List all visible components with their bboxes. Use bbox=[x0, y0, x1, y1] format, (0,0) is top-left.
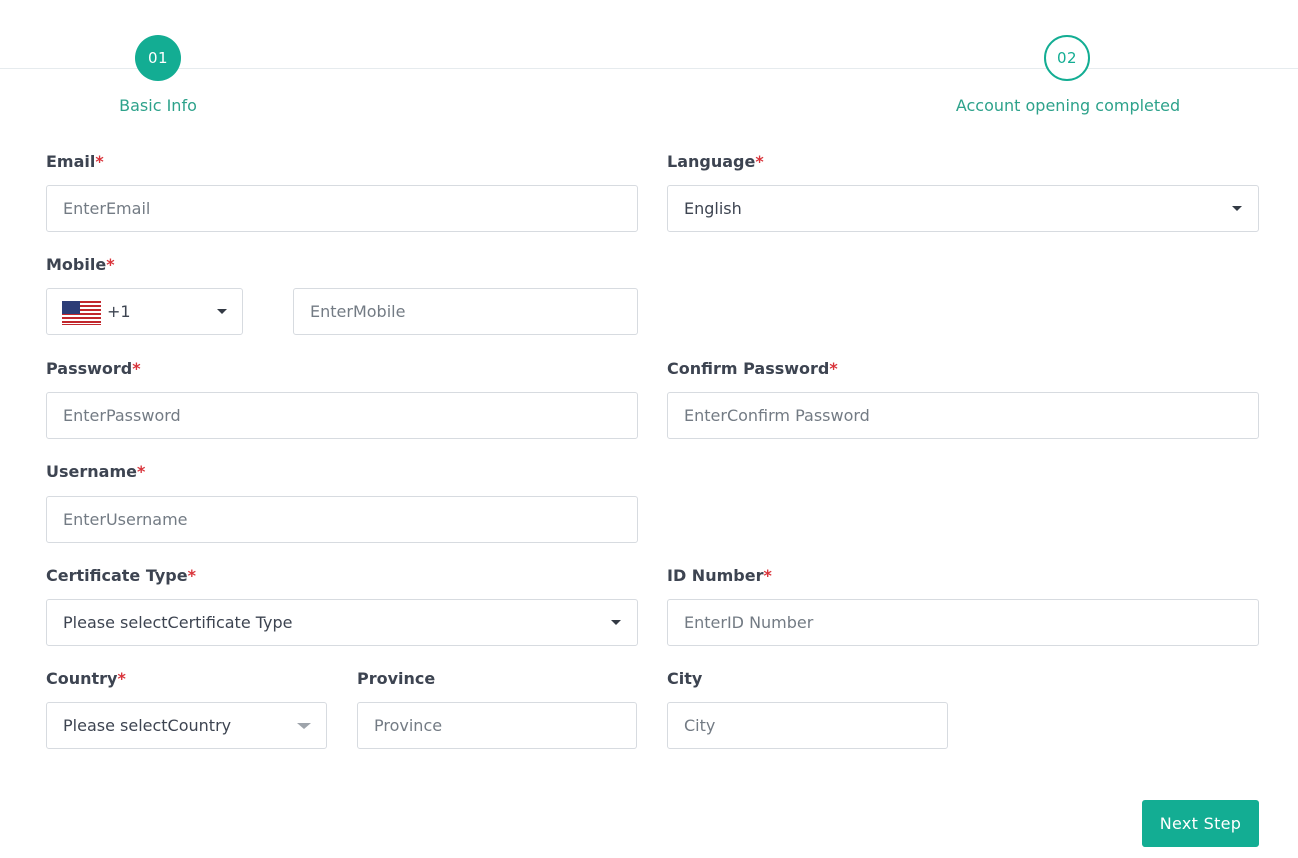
step-2-label: Account opening completed bbox=[955, 96, 1181, 115]
confirm-password-label: Confirm Password* bbox=[667, 359, 838, 378]
id-number-field-box bbox=[667, 599, 1259, 646]
next-step-button[interactable]: Next Step bbox=[1142, 800, 1259, 847]
email-field-box bbox=[46, 185, 638, 232]
step-2-indicator: 02 bbox=[1044, 35, 1090, 81]
step-1-label: Basic Info bbox=[119, 96, 197, 115]
country-select-value: Please selectCountry bbox=[63, 716, 232, 735]
required-mark: * bbox=[136, 462, 146, 481]
required-mark: * bbox=[106, 255, 115, 274]
province-label: Province bbox=[357, 669, 436, 688]
username-label: Username* bbox=[46, 462, 146, 481]
language-label: Language* bbox=[667, 152, 764, 171]
city-input[interactable] bbox=[668, 703, 947, 748]
required-mark: * bbox=[829, 359, 838, 378]
username-field-box bbox=[46, 496, 638, 543]
province-field-box bbox=[357, 702, 637, 749]
password-field-box bbox=[46, 392, 638, 439]
id-number-label: ID Number* bbox=[667, 566, 772, 585]
confirm-password-field-box bbox=[667, 392, 1259, 439]
required-mark: * bbox=[95, 152, 104, 171]
email-input[interactable] bbox=[47, 186, 637, 231]
language-select-value: English bbox=[684, 199, 742, 218]
caret-down-icon bbox=[297, 723, 311, 729]
required-mark: * bbox=[117, 669, 126, 688]
country-select[interactable]: Please selectCountry bbox=[46, 702, 327, 749]
province-input[interactable] bbox=[358, 703, 636, 748]
city-field-box bbox=[667, 702, 948, 749]
certificate-type-select[interactable]: Please selectCertificate Type bbox=[46, 599, 638, 646]
password-label: Password* bbox=[46, 359, 141, 378]
caret-down-icon bbox=[217, 309, 227, 314]
certificate-type-label: Certificate Type* bbox=[46, 566, 196, 585]
caret-down-icon bbox=[611, 620, 621, 625]
language-select[interactable]: English bbox=[667, 185, 1259, 232]
confirm-password-input[interactable] bbox=[668, 393, 1258, 438]
mobile-field-box bbox=[293, 288, 638, 335]
us-flag-icon bbox=[62, 301, 101, 325]
caret-down-icon bbox=[1232, 206, 1242, 211]
required-mark: * bbox=[132, 359, 141, 378]
country-code-select[interactable]: +1 bbox=[46, 288, 243, 335]
username-input[interactable] bbox=[47, 497, 637, 542]
country-label: Country* bbox=[46, 669, 126, 688]
mobile-input[interactable] bbox=[294, 289, 637, 334]
password-input[interactable] bbox=[47, 393, 637, 438]
email-label: Email* bbox=[46, 152, 104, 171]
certificate-type-select-value: Please selectCertificate Type bbox=[63, 613, 293, 632]
required-mark: * bbox=[763, 566, 772, 585]
stepper-divider bbox=[0, 68, 1298, 69]
id-number-input[interactable] bbox=[668, 600, 1258, 645]
required-mark: * bbox=[187, 566, 196, 585]
step-1-indicator: 01 bbox=[135, 35, 181, 81]
mobile-label: Mobile* bbox=[46, 255, 115, 274]
city-label: City bbox=[667, 669, 703, 688]
country-code-value: +1 bbox=[107, 302, 131, 321]
required-mark: * bbox=[755, 152, 764, 171]
